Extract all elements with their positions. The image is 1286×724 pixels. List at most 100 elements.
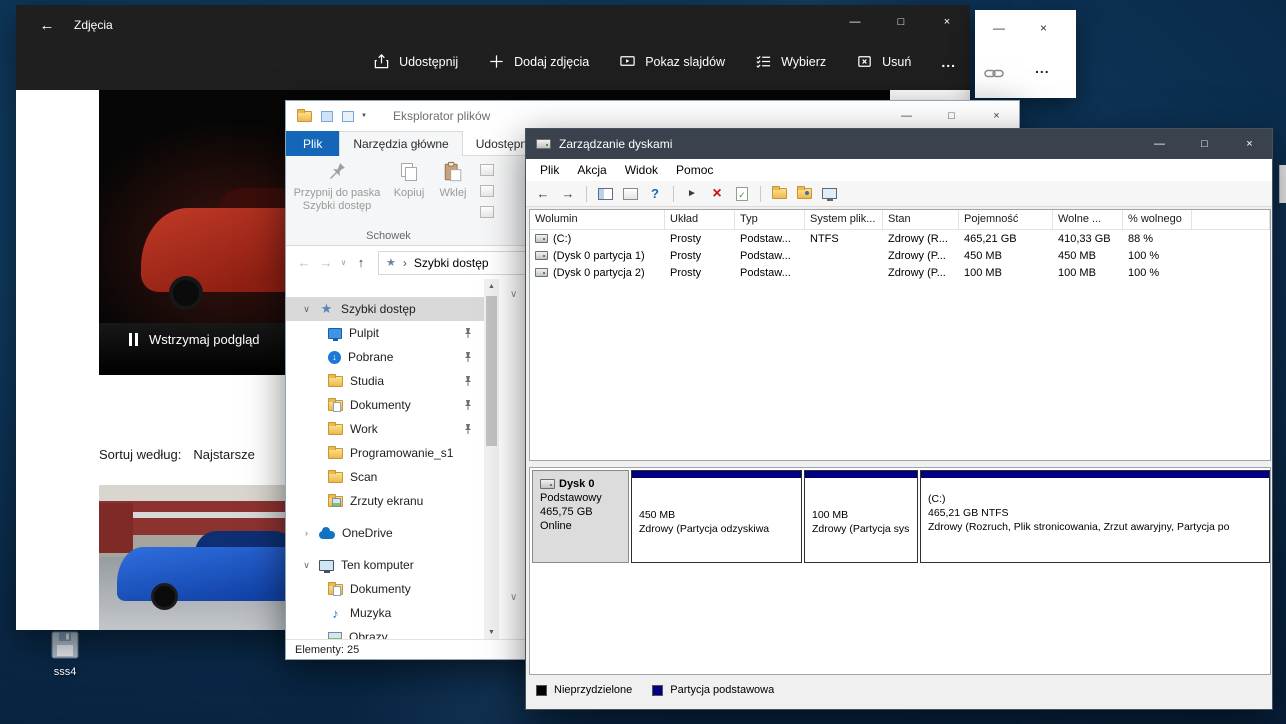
console-tree-icon[interactable]: [596, 185, 614, 203]
back-icon[interactable]: ←: [534, 185, 552, 203]
sidebar-item-this-pc[interactable]: ∨ Ten komputer: [286, 553, 484, 577]
link-icon[interactable]: [984, 68, 1004, 79]
cut-icon[interactable]: [480, 164, 494, 176]
table-row[interactable]: (Dysk 0 partycja 1) Prosty Podstaw... Zd…: [530, 247, 1270, 264]
sidebar-item-scan[interactable]: Scan: [286, 465, 484, 489]
select-button[interactable]: Wybierz: [755, 53, 826, 70]
back-icon[interactable]: ←: [32, 12, 62, 39]
back-button[interactable]: ←: [293, 255, 315, 270]
column-header[interactable]: System plik...: [805, 210, 883, 229]
table-row[interactable]: (C:) Prosty Podstaw... NTFS Zdrowy (R...…: [530, 230, 1270, 247]
open-folder-icon[interactable]: [770, 185, 788, 203]
close-button[interactable]: ×: [1040, 21, 1047, 35]
column-header[interactable]: Wolumin: [530, 210, 665, 229]
help-icon[interactable]: ?: [646, 185, 664, 203]
share-button[interactable]: Udostępnij: [373, 53, 458, 70]
expander-icon[interactable]: ›: [301, 528, 312, 538]
mark-partition-icon[interactable]: ✓: [733, 185, 751, 203]
tab-home[interactable]: Narzędzia główne: [339, 131, 462, 156]
close-button[interactable]: ×: [974, 102, 1019, 131]
forward-icon[interactable]: →: [559, 185, 577, 203]
breadcrumb[interactable]: Szybki dostęp: [414, 256, 489, 270]
sidebar-item-screenshots[interactable]: Zrzuty ekranu: [286, 489, 484, 513]
table-row[interactable]: (Dysk 0 partycja 2) Prosty Podstaw... Zd…: [530, 264, 1270, 281]
partition-c[interactable]: (C:) 465,21 GB NTFS Zdrowy (Rozruch, Pli…: [920, 470, 1270, 563]
paste-button[interactable]: Wklej: [432, 161, 474, 200]
sidebar-item-documents[interactable]: Dokumenty: [286, 393, 484, 417]
folder-icon: [328, 424, 343, 435]
minimize-button[interactable]: —: [884, 102, 929, 131]
desktop-icon-sss4[interactable]: sss4: [26, 630, 104, 678]
partition-system[interactable]: 100 MB Zdrowy (Partycja sys: [804, 470, 918, 563]
group-collapse-icon[interactable]: ∨: [510, 592, 517, 603]
scrollbar-thumb[interactable]: [486, 296, 497, 446]
more-options-button[interactable]: ...: [1035, 60, 1050, 76]
sidebar-item-music[interactable]: ♪ Muzyka: [286, 601, 484, 625]
recent-locations-icon[interactable]: ∨: [337, 258, 350, 267]
edit-folder-icon[interactable]: [795, 185, 813, 203]
minimize-button[interactable]: —: [993, 21, 1005, 35]
sidebar-scrollbar[interactable]: ▲ ▼: [484, 279, 499, 641]
sort-dropdown[interactable]: Najstarsze: [193, 447, 254, 462]
scroll-up-icon[interactable]: ▲: [484, 279, 499, 295]
minimize-button[interactable]: —: [1137, 129, 1182, 159]
maximize-button[interactable]: □: [929, 102, 974, 131]
plus-icon: [488, 53, 505, 70]
forward-button[interactable]: →: [315, 255, 337, 270]
group-collapse-icon[interactable]: ∨: [510, 289, 517, 300]
disk-graphic-pane: Dysk 0 Podstawowy 465,75 GB Online 450 M…: [529, 467, 1271, 675]
delete-volume-icon[interactable]: ×: [708, 185, 726, 203]
pause-preview-button[interactable]: Wstrzymaj podgląd: [129, 332, 260, 347]
sidebar-item-programowanie-s1[interactable]: Programowanie_s1: [286, 441, 484, 465]
minimize-button[interactable]: —: [832, 5, 878, 38]
menu-help[interactable]: Pomoc: [667, 160, 722, 180]
breadcrumb-chevron-icon[interactable]: ›: [403, 256, 407, 270]
diskmgmt-titlebar[interactable]: Zarządzanie dyskami — □ ×: [526, 129, 1272, 159]
sidebar-item-work[interactable]: Work: [286, 417, 484, 441]
column-header[interactable]: % wolnego: [1123, 210, 1192, 229]
column-header[interactable]: Stan: [883, 210, 959, 229]
disk0-label[interactable]: Dysk 0 Podstawowy 465,75 GB Online: [532, 470, 629, 563]
action-pane-icon[interactable]: [621, 185, 639, 203]
explorer-titlebar[interactable]: ▼ Eksplorator plików — □ ×: [286, 101, 1019, 131]
monitor-icon[interactable]: [820, 185, 838, 203]
maximize-button[interactable]: □: [878, 5, 924, 38]
maximize-button[interactable]: □: [1182, 129, 1227, 159]
column-header-filler: [1192, 210, 1270, 229]
qat-properties-icon[interactable]: [321, 111, 333, 122]
sidebar-item-studia[interactable]: Studia: [286, 369, 484, 393]
delete-button[interactable]: Usuń: [856, 53, 911, 70]
column-header[interactable]: Pojemność: [959, 210, 1053, 229]
column-header[interactable]: Wolne ...: [1053, 210, 1123, 229]
add-photos-button[interactable]: Dodaj zdjęcia: [488, 53, 589, 70]
copy-button[interactable]: Kopiuj: [387, 161, 431, 200]
sidebar-item-downloads[interactable]: ↓ Pobrane: [286, 345, 484, 369]
expander-icon[interactable]: ∨: [301, 304, 312, 315]
tab-file[interactable]: Plik: [286, 131, 339, 156]
up-button[interactable]: ↑: [350, 255, 372, 270]
photos-titlebar[interactable]: ← Zdjęcia — □ × Udostępnij Dodaj: [16, 5, 970, 90]
qat-newfolder-icon[interactable]: [342, 111, 354, 122]
photos-app-title: Zdjęcia: [74, 18, 113, 32]
expander-icon[interactable]: ∨: [301, 560, 312, 571]
copy-path-icon[interactable]: [480, 185, 494, 197]
close-button[interactable]: ×: [1227, 129, 1272, 159]
sidebar-item-desktop[interactable]: Pulpit: [286, 321, 484, 345]
partition-recovery[interactable]: 450 MB Zdrowy (Partycja odzyskiwa: [631, 470, 802, 563]
qat-customize-icon[interactable]: ▼: [361, 113, 367, 119]
sidebar-item-onedrive[interactable]: › OneDrive: [286, 521, 484, 545]
close-button[interactable]: ×: [924, 5, 970, 38]
column-header[interactable]: Układ: [665, 210, 735, 229]
menu-view[interactable]: Widok: [616, 160, 667, 180]
menu-action[interactable]: Akcja: [568, 160, 615, 180]
sidebar-item-quick-access[interactable]: ∨ ★ Szybki dostęp: [286, 297, 484, 321]
pin-to-quick-access-button[interactable]: Przypnij do paska Szybki dostęp: [290, 161, 384, 213]
sidebar-item-documents-pc[interactable]: Dokumenty: [286, 577, 484, 601]
paste-shortcut-icon[interactable]: [480, 206, 494, 218]
slideshow-button[interactable]: Pokaz slajdów: [619, 53, 725, 70]
more-options-button[interactable]: ...: [941, 54, 956, 70]
column-header[interactable]: Typ: [735, 210, 805, 229]
menu-file[interactable]: Plik: [531, 160, 568, 180]
toolbar-separator: [586, 186, 587, 202]
pointer-icon[interactable]: ►: [683, 185, 701, 203]
